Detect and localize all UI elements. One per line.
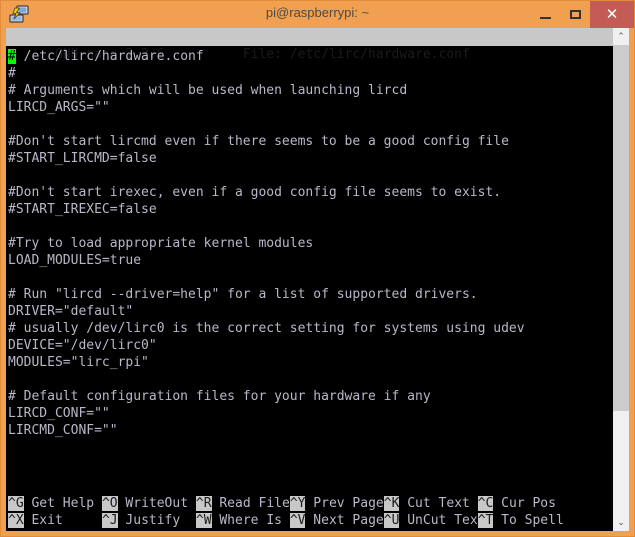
shortcut-key[interactable]: ^T [477,513,494,528]
nano-shortcut-bar: ^G Get Help ^O WriteOut ^R Read File^Y P… [6,495,615,531]
editor-line: # /etc/lirc/hardware.conf [8,49,204,64]
shortcut-label: Cut Text [399,496,478,511]
shortcut-key[interactable]: ^U [383,513,400,528]
shortcut-key[interactable]: ^G [8,496,24,511]
scrollbar-thumb[interactable] [613,45,629,411]
scroll-down-icon[interactable]: ⌄ [613,514,629,531]
shortcut-label: Cur Pos [493,496,556,511]
shortcut-label: Exit [23,513,102,528]
shortcut-label: Justify [117,513,196,528]
shortcut-label: UnCut Tex [399,513,478,528]
window-titlebar[interactable]: pi@raspberrypi: ~ ✕ [1,1,634,28]
editor-line: LIRCD_CONF="" [8,406,110,421]
shortcut-label: To Spell [493,513,564,528]
shortcut-label: Next Page [305,513,384,528]
close-button[interactable]: ✕ [590,1,634,28]
putty-terminal-icon [6,2,32,28]
shortcut-label: Where Is [211,513,290,528]
editor-line: DEVICE="/dev/lirc0" [8,338,157,353]
terminal-screen[interactable]: GNU nano 2.2.6 File: /etc/lirc/hardware.… [6,28,615,531]
shortcut-label: Read File [211,496,290,511]
shortcut-key[interactable]: ^C [477,496,494,511]
text-cursor: # [8,49,16,64]
close-icon: ✕ [605,5,619,23]
maximize-icon [569,10,581,19]
shortcut-key[interactable]: ^O [101,496,118,511]
shortcut-label: WriteOut [117,496,196,511]
shortcut-label: Get Help [23,496,102,511]
shortcut-key[interactable]: ^Y [289,496,306,511]
nano-text-area[interactable]: # /etc/lirc/hardware.conf # # Arguments wh… [6,46,615,495]
shortcut-key[interactable]: ^J [101,513,118,528]
editor-line: # Run "lircd --driver=help" for a list o… [8,287,478,302]
editor-line: #Don't start irexec, even if a good conf… [8,185,502,200]
shortcut-label: Prev Page [305,496,384,511]
minimize-button[interactable] [530,1,560,28]
editor-line: #Don't start lircmd even if there seems … [8,134,509,149]
shortcut-key[interactable]: ^K [383,496,400,511]
putty-window: pi@raspberrypi: ~ ✕ GNU nano 2.2.6 File:… [0,0,635,537]
editor-line: LIRCD_ARGS="" [8,100,110,115]
editor-line: # Arguments which will be used when laun… [8,83,408,98]
shortcut-key[interactable]: ^V [289,513,306,528]
nano-header-bar: GNU nano 2.2.6 File: /etc/lirc/hardware.… [6,28,615,62]
minimize-icon [539,16,551,19]
editor-line: #START_LIRCMD=false [8,151,157,166]
vertical-scrollbar[interactable]: ⌃ ⌄ [613,28,629,531]
maximize-button[interactable] [560,1,590,28]
editor-line: #START_IREXEC=false [8,202,157,217]
editor-line: # Default configuration files for your h… [8,389,431,404]
shortcut-key[interactable]: ^W [195,513,212,528]
editor-line: #Try to load appropriate kernel modules [8,236,314,251]
shortcut-row-1: ^G Get Help ^O WriteOut ^R Read File^Y P… [6,495,615,512]
editor-line: DRIVER="default" [8,304,134,319]
editor-line: MODULES="lirc_rpi" [8,355,149,370]
scroll-up-icon[interactable]: ⌃ [613,28,629,45]
shortcut-row-2: ^X Exit ^J Justify ^W Where Is ^V Next P… [6,512,615,529]
editor-line: # usually /dev/lirc0 is the correct sett… [8,321,525,336]
editor-line: LIRCMD_CONF="" [8,423,118,438]
editor-line: # [8,66,16,81]
editor-line: LOAD_MODULES=true [8,253,142,268]
shortcut-key[interactable]: ^X [8,513,24,528]
shortcut-key[interactable]: ^R [195,496,212,511]
